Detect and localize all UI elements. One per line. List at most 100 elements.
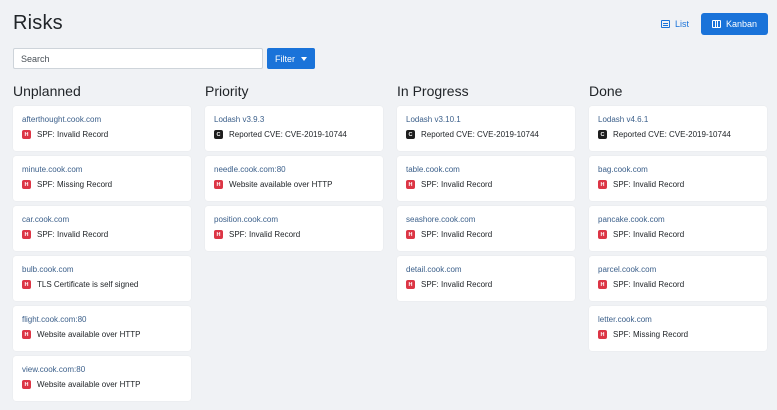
severity-badge: H (598, 330, 607, 339)
risk-issue-text: SPF: Invalid Record (421, 280, 493, 289)
risk-issue: H SPF: Missing Record (22, 180, 182, 189)
risk-card[interactable]: table.cook.com H SPF: Invalid Record (397, 156, 575, 201)
risk-issue: H Website available over HTTP (22, 380, 182, 389)
risk-issue: H Website available over HTTP (22, 330, 182, 339)
risk-card[interactable]: parcel.cook.com H SPF: Invalid Record (589, 256, 767, 301)
risk-host-link[interactable]: flight.cook.com:80 (22, 314, 182, 325)
severity-badge: H (214, 230, 223, 239)
severity-badge: H (598, 180, 607, 189)
risk-card[interactable]: car.cook.com H SPF: Invalid Record (13, 206, 191, 251)
severity-badge: C (214, 130, 223, 139)
risk-card[interactable]: letter.cook.com H SPF: Missing Record (589, 306, 767, 351)
severity-badge: H (22, 280, 31, 289)
severity-badge: H (22, 330, 31, 339)
risk-issue-text: SPF: Missing Record (37, 180, 113, 189)
risk-issue-text: Website available over HTTP (37, 380, 141, 389)
risk-issue: C Reported CVE: CVE-2019-10744 (406, 130, 566, 139)
column-title: Done (589, 83, 623, 99)
severity-badge: H (406, 230, 415, 239)
risk-issue: C Reported CVE: CVE-2019-10744 (214, 130, 374, 139)
column-title: In Progress (397, 83, 469, 99)
card-list: Lodash v3.10.1 C Reported CVE: CVE-2019-10… (397, 106, 575, 301)
list-view-label: List (674, 19, 689, 29)
column-in-progress: In Progress Lodash v3.10.1 C Reported CVE: … (397, 83, 575, 301)
list-view-button[interactable]: List (657, 13, 693, 35)
search-input[interactable] (13, 48, 263, 69)
risk-issue: H SPF: Invalid Record (22, 130, 182, 139)
risk-issue: H Website available over HTTP (214, 180, 374, 189)
risk-card[interactable]: seashore.cook.com H SPF: Invalid Record (397, 206, 575, 251)
risk-host-link[interactable]: seashore.cook.com (406, 214, 566, 225)
risk-card[interactable]: afterthought.cook.com H SPF: Invalid Recor… (13, 106, 191, 151)
column-done: Done Lodash v4.6.1 C Reported CVE: CVE-2019… (589, 83, 767, 351)
risk-card[interactable]: view.cook.com:80 H Website available over … (13, 356, 191, 401)
filter-button[interactable]: Filter (267, 48, 315, 69)
risk-issue: H SPF: Invalid Record (598, 280, 758, 289)
severity-badge: H (22, 380, 31, 389)
risk-host-link[interactable]: detail.cook.com (406, 264, 566, 275)
filter-label: Filter (275, 53, 295, 64)
risk-host-link[interactable]: Lodash v3.9.3 (214, 114, 374, 125)
kanban-view-label: Kanban (725, 19, 757, 29)
risk-host-link[interactable]: Lodash v3.10.1 (406, 114, 566, 125)
risk-host-link[interactable]: Lodash v4.6.1 (598, 114, 758, 125)
risk-issue-text: SPF: Invalid Record (421, 180, 493, 189)
column-title: Unplanned (13, 83, 81, 99)
risk-card[interactable]: Lodash v3.10.1 C Reported CVE: CVE-2019-10… (397, 106, 575, 151)
risk-issue-text: SPF: Invalid Record (37, 230, 109, 239)
risk-issue-text: Reported CVE: CVE-2019-10744 (229, 130, 347, 139)
risk-issue: H TLS Certificate is self signed (22, 280, 182, 289)
risk-issue: H SPF: Invalid Record (406, 180, 566, 189)
page-title: Risks (13, 12, 63, 34)
risk-issue-text: SPF: Invalid Record (613, 280, 685, 289)
risk-issue-text: SPF: Invalid Record (613, 230, 685, 239)
severity-badge: H (598, 230, 607, 239)
risk-host-link[interactable]: parcel.cook.com (598, 264, 758, 275)
risk-card[interactable]: Lodash v4.6.1 C Reported CVE: CVE-2019-107… (589, 106, 767, 151)
column-unplanned: Unplanned afterthought.cook.com H SPF: Inva… (13, 83, 191, 401)
risk-issue-text: SPF: Invalid Record (229, 230, 301, 239)
column-priority: Priority Lodash v3.9.3 C Reported CVE: CVE-… (205, 83, 383, 251)
severity-badge: C (598, 130, 607, 139)
severity-badge: H (22, 130, 31, 139)
risk-host-link[interactable]: needle.cook.com:80 (214, 164, 374, 175)
risk-card[interactable]: flight.cook.com:80 H Website available ove… (13, 306, 191, 351)
severity-badge: H (22, 230, 31, 239)
risk-host-link[interactable]: letter.cook.com (598, 314, 758, 325)
risk-host-link[interactable]: position.cook.com (214, 214, 374, 225)
risk-card[interactable]: detail.cook.com H SPF: Invalid Record (397, 256, 575, 301)
list-icon (660, 20, 670, 28)
card-list: Lodash v3.9.3 C Reported CVE: CVE-2019-107… (205, 106, 383, 251)
risk-issue: H SPF: Invalid Record (214, 230, 374, 239)
risk-issue-text: SPF: Invalid Record (613, 180, 685, 189)
risk-issue: H SPF: Invalid Record (598, 180, 758, 189)
card-list: Lodash v4.6.1 C Reported CVE: CVE-2019-107… (589, 106, 767, 351)
risk-card[interactable]: pancake.cook.com H SPF: Invalid Record (589, 206, 767, 251)
risk-host-link[interactable]: view.cook.com:80 (22, 364, 182, 375)
risk-host-link[interactable]: bag.cook.com (598, 164, 758, 175)
risk-card[interactable]: bulb.cook.com H TLS Certificate is self si… (13, 256, 191, 301)
risk-card[interactable]: minute.cook.com H SPF: Missing Record (13, 156, 191, 201)
risk-issue: H SPF: Invalid Record (406, 280, 566, 289)
severity-badge: C (406, 130, 415, 139)
risk-host-link[interactable]: afterthought.cook.com (22, 114, 182, 125)
risk-card[interactable]: position.cook.com H SPF: Invalid Record (205, 206, 383, 251)
risk-card[interactable]: needle.cook.com:80 H Website available ove… (205, 156, 383, 201)
kanban-view-button[interactable]: Kanban (700, 13, 768, 35)
risk-host-link[interactable]: pancake.cook.com (598, 214, 758, 225)
risk-issue-text: Website available over HTTP (37, 330, 141, 339)
risk-issue: H SPF: Invalid Record (406, 230, 566, 239)
risk-host-link[interactable]: bulb.cook.com (22, 264, 182, 275)
severity-badge: H (214, 180, 223, 189)
risk-issue: C Reported CVE: CVE-2019-10744 (598, 130, 758, 139)
risk-card[interactable]: bag.cook.com H SPF: Invalid Record (589, 156, 767, 201)
card-list: afterthought.cook.com H SPF: Invalid Recor… (13, 106, 191, 401)
risk-issue: H SPF: Invalid Record (22, 230, 182, 239)
risk-issue-text: SPF: Invalid Record (37, 130, 109, 139)
risk-host-link[interactable]: table.cook.com (406, 164, 566, 175)
severity-badge: H (598, 280, 607, 289)
risk-card[interactable]: Lodash v3.9.3 C Reported CVE: CVE-2019-107… (205, 106, 383, 151)
risk-host-link[interactable]: car.cook.com (22, 214, 182, 225)
risk-issue-text: Reported CVE: CVE-2019-10744 (613, 130, 731, 139)
risk-host-link[interactable]: minute.cook.com (22, 164, 182, 175)
